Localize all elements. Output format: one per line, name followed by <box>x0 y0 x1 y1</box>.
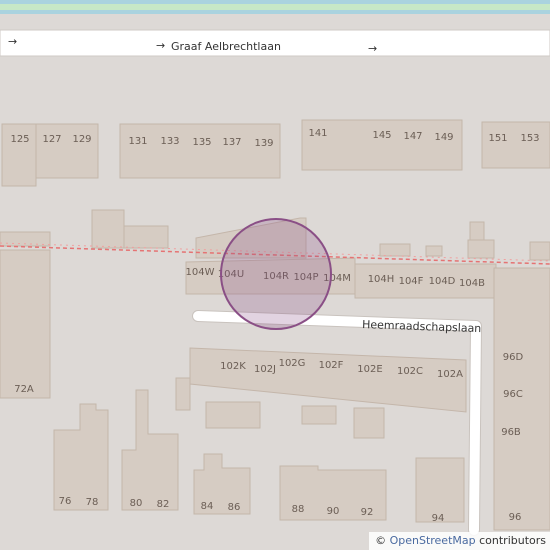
house-number: 102A <box>437 369 463 380</box>
house-number: 88 <box>292 504 305 515</box>
house-number: 102E <box>357 364 382 375</box>
house-number: 78 <box>86 497 99 508</box>
oneway-arrow-icon: → <box>156 39 165 52</box>
house-number: 104W <box>186 267 215 278</box>
house-number: 102K <box>220 361 246 372</box>
map-attribution: © OpenStreetMap contributors <box>369 532 550 550</box>
house-number: 129 <box>72 134 91 145</box>
map-canvas[interactable]: → → → Graaf Aelbrechtlaan Heemraadschaps… <box>0 0 550 550</box>
house-number: 133 <box>160 136 179 147</box>
house-number: 104B <box>459 278 485 289</box>
house-number: 125 <box>10 134 29 145</box>
house-number: 149 <box>434 132 453 143</box>
street-label-main: Graaf Aelbrechtlaan <box>171 40 281 53</box>
building-block-top <box>1 119 550 187</box>
house-number: 94 <box>432 513 445 524</box>
house-number: 127 <box>42 134 61 145</box>
copyright-icon: © <box>375 534 387 547</box>
house-number: 96D <box>503 352 524 363</box>
map-layer: → → → Graaf Aelbrechtlaan Heemraadschaps… <box>0 0 550 536</box>
house-number: 104F <box>399 276 424 287</box>
house-number: 84 <box>201 501 214 512</box>
house-number: 96 <box>509 512 522 523</box>
house-number: 153 <box>520 133 539 144</box>
house-number: 151 <box>488 133 507 144</box>
house-number: 131 <box>128 136 147 147</box>
house-number: 145 <box>372 130 391 141</box>
house-number: 104H <box>368 274 395 285</box>
house-number: 102J <box>254 364 276 375</box>
oneway-arrow-icon: → <box>368 42 377 55</box>
house-number: 92 <box>361 507 374 518</box>
house-number: 86 <box>228 502 241 513</box>
house-number: 102G <box>279 358 306 369</box>
house-number: 137 <box>222 137 241 148</box>
house-number: 139 <box>254 138 273 149</box>
house-number: 72A <box>14 384 34 395</box>
house-number: 147 <box>403 131 422 142</box>
oneway-arrow-icon: → <box>8 35 17 48</box>
house-number: 135 <box>192 137 211 148</box>
location-marker[interactable] <box>220 218 332 330</box>
house-number: 96C <box>503 389 523 400</box>
house-number: 102C <box>397 366 423 377</box>
openstreetmap-link[interactable]: OpenStreetMap <box>390 534 476 547</box>
house-number: 80 <box>130 498 143 509</box>
house-number: 76 <box>59 496 72 507</box>
house-number: 90 <box>327 506 340 517</box>
house-number: 82 <box>157 499 170 510</box>
house-number: 141 <box>308 128 327 139</box>
house-number: 104D <box>429 276 456 287</box>
house-number: 102F <box>319 360 344 371</box>
house-number: 96B <box>501 427 521 438</box>
attribution-suffix: contributors <box>475 534 546 547</box>
grass-strip <box>0 4 550 10</box>
building-left <box>0 249 51 399</box>
street-label-side: Heemraadschapslaan <box>362 318 482 335</box>
